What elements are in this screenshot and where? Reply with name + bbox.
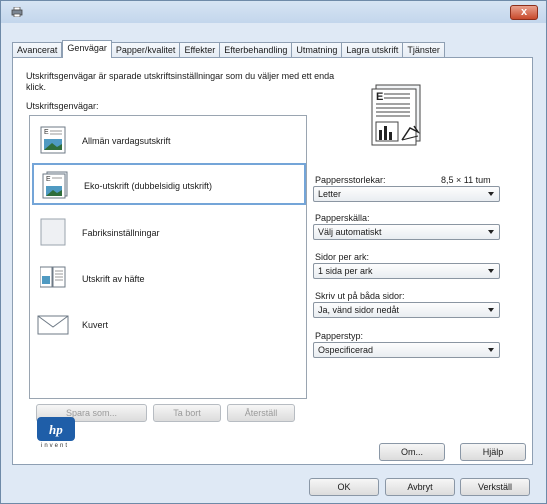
shortcut-label: Kuvert [82, 320, 109, 330]
envelope-icon [37, 315, 69, 335]
tab-job-storage[interactable]: Lagra utskrift [342, 42, 404, 58]
page-preview-icon: E [371, 84, 421, 146]
close-button[interactable]: x [510, 5, 538, 20]
paper-size-label: Pappersstorlekar: [315, 175, 386, 185]
paper-type-value: Ospecificerad [318, 345, 374, 355]
hp-logo: hp invent [37, 417, 75, 449]
tab-effects[interactable]: Effekter [180, 42, 221, 58]
shortcut-eco-duplex[interactable]: E Eko-utskrift (dubbelsidig utskrift) [32, 163, 306, 205]
paper-source-label: Papperskälla: [315, 213, 370, 223]
pages-per-sheet-select[interactable]: 1 sida per ark [313, 263, 500, 279]
shortcut-label: Eko-utskrift (dubbelsidig utskrift) [84, 181, 213, 191]
print-both-sides-select[interactable]: Ja, vänd sidor nedåt [313, 302, 500, 318]
shortcuts-list[interactable]: E Allmän vardagsutskrift E Eko-utskrift … [29, 115, 307, 399]
reset-button[interactable]: Återställ [227, 404, 295, 422]
shortcut-label: Utskrift av häfte [82, 274, 145, 284]
factory-settings-icon [40, 218, 66, 246]
paper-source-value: Välj automatiskt [318, 227, 382, 237]
paper-source-select[interactable]: Välj automatiskt [313, 224, 500, 240]
about-button[interactable]: Om... [379, 443, 445, 461]
shortcuts-label: Utskriftsgenvägar: [26, 101, 99, 111]
svg-text:E: E [376, 91, 383, 103]
booklet-icon [40, 266, 66, 288]
tab-paper-quality[interactable]: Papper/kvalitet [111, 42, 181, 58]
shortcut-general-everyday[interactable]: E Allmän vardagsutskrift [32, 120, 304, 162]
shortcuts-description: Utskriftsgenvägar är sparade utskriftsin… [26, 71, 335, 92]
tab-finishing[interactable]: Efterbehandling [220, 42, 293, 58]
paper-size-dimension: 8,5 × 11 tum [441, 175, 491, 185]
print-properties-dialog: x Avancerat Genvägar Papper/kvalitet Eff… [0, 0, 547, 504]
document-general-icon: E [40, 126, 66, 154]
printer-icon [11, 7, 23, 17]
tab-advanced[interactable]: Avancerat [12, 42, 63, 58]
shortcut-envelope[interactable]: Kuvert [32, 304, 304, 346]
pages-per-sheet-value: 1 sida per ark [318, 266, 373, 276]
apply-button[interactable]: Verkställ [460, 478, 530, 496]
cancel-button[interactable]: Avbryt [385, 478, 455, 496]
svg-text:E: E [44, 129, 49, 136]
help-button[interactable]: Hjälp [460, 443, 526, 461]
shortcut-label: Allmän vardagsutskrift [82, 136, 171, 146]
print-both-sides-value: Ja, vänd sidor nedåt [318, 305, 400, 315]
document-duplex-icon: E [42, 171, 68, 199]
shortcut-factory-defaults[interactable]: Fabriksinställningar [32, 212, 304, 254]
svg-text:hp: hp [49, 422, 63, 437]
paper-size-value: Letter [318, 189, 342, 199]
shortcut-booklet[interactable]: Utskrift av häfte [32, 258, 304, 300]
tab-services[interactable]: Tjänster [403, 42, 445, 58]
chevron-down-icon [488, 230, 494, 234]
title-bar: x [1, 1, 546, 23]
paper-type-select[interactable]: Ospecificerad [313, 342, 500, 358]
delete-button[interactable]: Ta bort [153, 404, 221, 422]
pages-per-sheet-label: Sidor per ark: [315, 252, 370, 262]
ok-button[interactable]: OK [309, 478, 379, 496]
shortcut-label: Fabriksinställningar [82, 228, 160, 238]
chevron-down-icon [488, 348, 494, 352]
tab-bar: Avancerat Genvägar Papper/kvalitet Effek… [12, 40, 445, 58]
chevron-down-icon [488, 192, 494, 196]
tab-shortcuts[interactable]: Genvägar [62, 40, 112, 58]
tab-output[interactable]: Utmatning [292, 42, 343, 58]
chevron-down-icon [488, 308, 494, 312]
chevron-down-icon [488, 269, 494, 273]
hp-logo-icon: hp invent [37, 417, 75, 449]
svg-text:E: E [46, 176, 51, 183]
print-both-sides-label: Skriv ut på båda sidor: [315, 291, 405, 301]
svg-text:invent: invent [41, 443, 69, 447]
paper-type-label: Papperstyp: [315, 331, 364, 341]
paper-size-select[interactable]: Letter [313, 186, 500, 202]
